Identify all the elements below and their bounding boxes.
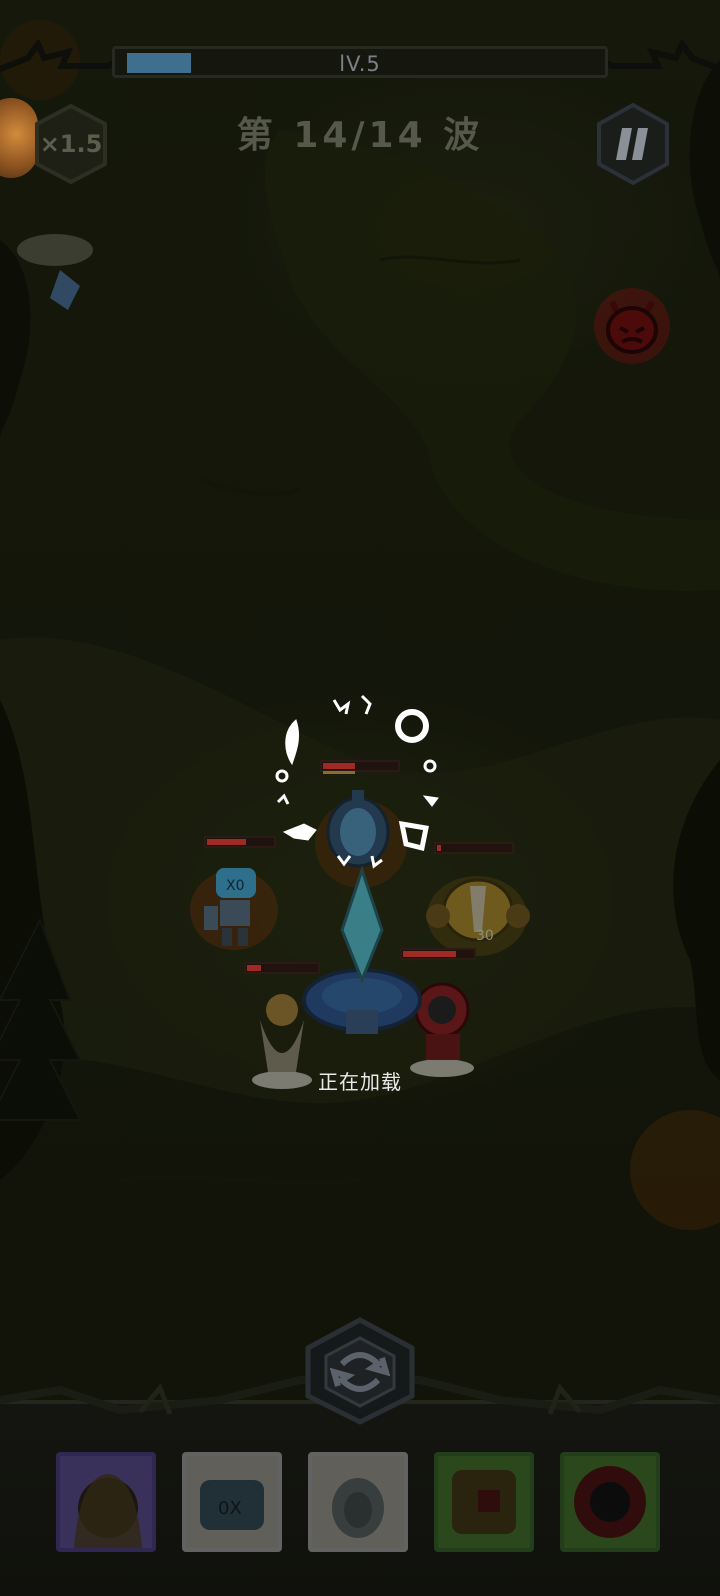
robot-hero-card[interactable]: 0X: [182, 1452, 282, 1552]
angel-hero-card[interactable]: [56, 1452, 156, 1552]
loading-spinner: [275, 694, 439, 869]
golden-mech-hero-card[interactable]: [434, 1452, 534, 1552]
devil-head-icon: [594, 288, 670, 364]
hp-fill: [207, 839, 246, 845]
svg-text:X0: X0: [226, 878, 245, 894]
speed-button[interactable]: ×1.5: [34, 104, 108, 184]
swap-icon: [305, 1317, 415, 1425]
level-label: lV.5: [339, 52, 381, 76]
enemy-spawn-marker[interactable]: [590, 280, 674, 370]
pause-icon: [597, 102, 669, 186]
swap-button[interactable]: [302, 1316, 418, 1426]
hero-card-row: 0X: [0, 1452, 720, 1570]
damage-number: 30: [476, 928, 494, 944]
hp-fill: [247, 965, 261, 971]
golden-mech-portrait-icon: [452, 1470, 516, 1534]
robot-portrait-icon: 0X: [200, 1480, 264, 1530]
angel-portrait-icon: [74, 1474, 142, 1548]
red-mech-hero-card[interactable]: [560, 1452, 660, 1552]
level-progress-bar: lV.5: [112, 46, 608, 78]
pause-button[interactable]: [596, 102, 670, 186]
red-mech-portrait-icon: [574, 1466, 646, 1538]
player-avatar[interactable]: [0, 98, 38, 178]
alchemist-portrait-icon: [332, 1478, 384, 1538]
crystal-tower[interactable]: [302, 860, 422, 1060]
svg-text:0X: 0X: [218, 1498, 242, 1519]
thorn-ornament-right: [602, 40, 720, 73]
speed-label: ×1.5: [39, 130, 103, 158]
crystal-flower-icon: [17, 234, 93, 310]
loading-label: 正在加载: [318, 1070, 402, 1094]
wave-counter: 第 14/14 波: [236, 115, 484, 156]
alchemist-hero-card[interactable]: [308, 1452, 408, 1552]
thorn-ornament-left: [0, 40, 118, 73]
